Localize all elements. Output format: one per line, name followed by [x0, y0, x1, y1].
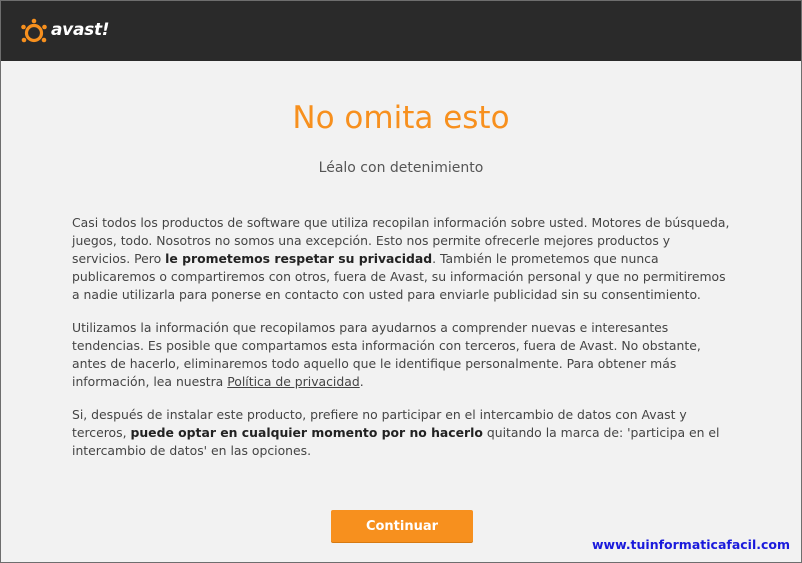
- paragraph-bold-text: le prometemos respetar su privacidad: [165, 251, 433, 266]
- continue-button[interactable]: Continuar: [331, 510, 473, 542]
- privacy-paragraph-2: Utilizamos la información que recopilamo…: [72, 319, 732, 391]
- page-subtitle: Léalo con detenimiento: [318, 160, 484, 176]
- privacy-policy-link[interactable]: Política de privacidad: [227, 374, 359, 389]
- page-title: No omita esto: [292, 100, 510, 136]
- title-bar: avast!: [1, 1, 801, 61]
- avast-logo-icon: [21, 18, 47, 43]
- privacy-paragraph-1: Casi todos los productos de software que…: [72, 214, 732, 304]
- avast-logo: avast!: [19, 17, 110, 47]
- watermark-text: www.tuinformaticafacil.com: [591, 537, 790, 552]
- brand-name: avast!: [51, 20, 110, 40]
- paragraph-text: .: [359, 374, 364, 389]
- installer-window: avast! No omita esto Léalo con detenimie…: [0, 0, 802, 563]
- paragraph-bold-text: puede optar en cualquier momento por no …: [130, 425, 483, 440]
- paragraph-text: Utilizamos la información que recopilamo…: [72, 320, 701, 389]
- main-content: No omita esto Léalo con detenimiento Cas…: [1, 62, 801, 562]
- privacy-paragraph-3: Si, después de instalar este producto, p…: [72, 406, 732, 460]
